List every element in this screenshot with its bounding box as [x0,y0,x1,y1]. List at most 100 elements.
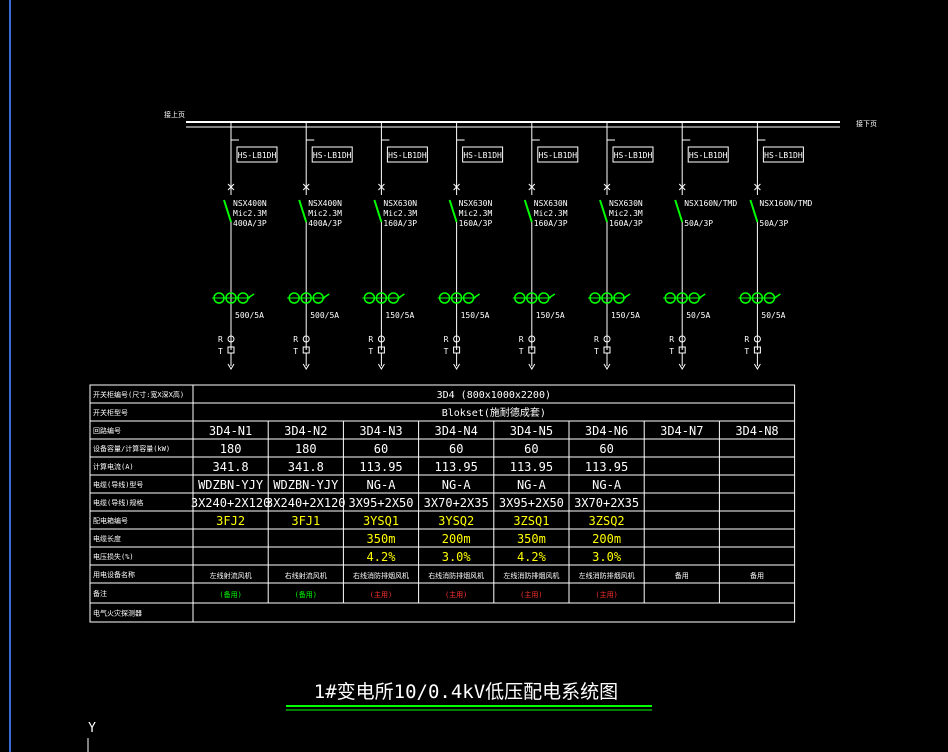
feeder-2: HS-LB1DH NSX400NMic2.3M400A/3P 500/5A RT [287,122,353,370]
breaker-model: NSX400N [308,199,342,208]
breaker-model: NSX160N/TMD [759,199,812,208]
table-row-10: 电压损失(%) 4.2% 3.0% 4.2% 3.0% [93,550,622,564]
breaker-trip-unit: Mic2.3M [534,209,568,218]
row-cell-3: 113.95 [359,460,402,474]
ct-ratio: 150/5A [611,311,640,320]
row-cell-6: 200m [592,532,621,546]
row-label: 电压损失(%) [93,552,134,561]
row-cell-5: 3D4-N5 [510,424,553,438]
row-cell-4: 3X70+2X35 [424,496,489,510]
row-cell-4: 3D4-N4 [435,424,478,438]
row-cell-6: 左线消防排烟风机 [579,571,635,580]
meter-label: HS-LB1DH [388,151,427,160]
row-cell-4: 右线消防排烟风机 [428,571,484,580]
ct-ratio: 500/5A [310,311,339,320]
breaker-rating: 400A/3P [233,219,267,228]
row-cell-5: NG-A [517,478,547,492]
relay-t-label: T [293,347,298,356]
breaker-rating: 160A/3P [459,219,493,228]
feeder-8: HS-LB1DH NSX160N/TMD 50A/3P 50/5A RT [738,122,813,370]
breaker-model: NSX630N [383,199,417,208]
breaker-rating: 160A/3P [609,219,643,228]
row-cell-3: (主用) [370,590,392,599]
breaker-contact [674,199,684,223]
feeder-6: HS-LB1DH NSX630NMic2.3M160A/3P 150/5A RT [588,122,654,370]
row-label: 电缆长度 [93,534,121,543]
breaker-trip-unit: Mic2.3M [609,209,643,218]
breaker-contact [448,199,458,223]
relay-r-label: R [594,335,599,344]
meter-label: HS-LB1DH [614,151,653,160]
table-row-2: 开关柜型号 Blokset(施耐德成套) [93,406,546,419]
meter-label: HS-LB1DH [689,151,728,160]
row-label: 电缆(导线)规格 [93,498,143,507]
feeder-5: HS-LB1DH NSX630NMic2.3M160A/3P 150/5A RT [512,122,579,370]
row-cell-3: 350m [367,532,396,546]
ct-ratio: 500/5A [235,311,264,320]
relay-t-label: T [368,347,373,356]
row-cell-2: 3X240+2X120 [266,496,345,510]
breaker-model: NSX400N [233,199,267,208]
breaker-model: NSX630N [459,199,493,208]
row-label: 电缆(导线)型号 [93,480,143,489]
ct-ratio: 150/5A [385,311,414,320]
breaker-rating: 50A/3P [684,219,713,228]
feeder-3: HS-LB1DH NSX630NMic2.3M160A/3P 150/5A RT [362,122,428,370]
breaker-trip-unit: Mic2.3M [308,209,342,218]
row-cell-5: (主用) [520,590,542,599]
row-span-value: 3D4 (800x1000x2200) [437,390,551,401]
ct-earth-mark [548,293,556,299]
table-row-11: 用电设备名称 左线射流风机 右线射流风机 右线消防排烟风机 右线消防排烟风机 左线消防排烟… [93,570,764,580]
row-cell-3: 3D4-N3 [359,424,402,438]
breaker-rating: 400A/3P [308,219,342,228]
row-label: 计算电流(A) [93,462,134,471]
row-label: 开关柜编号(尺寸:宽X深X高) [93,390,184,399]
ct-earth-mark [322,293,330,299]
row-cell-6: 113.95 [585,460,628,474]
row-label: 备注 [93,589,107,598]
current-transformer-group [738,292,781,304]
ct-ratio: 50/5A [686,311,710,320]
row-cell-5: 60 [524,442,538,456]
row-cell-4: NG-A [442,478,472,492]
row-cell-7: 3D4-N7 [660,424,703,438]
breaker-model: NSX630N [534,199,568,208]
breaker-rating: 160A/3P [534,219,568,228]
breaker-contact [373,199,383,223]
table-row-6: 电缆(导线)型号 WDZBN-YJY WDZBN-YJY NG-A NG-A NG-A NG… [93,478,622,492]
ct-earth-mark [623,293,631,299]
table-row-13: 电气火灾探测器 [93,609,142,618]
relay-r-label: R [368,335,373,344]
row-cell-3: 3YSQ1 [363,514,399,528]
drawing-title-block: 1#变电所10/0.4kV低压配电系统图 [286,681,652,711]
meter-label: HS-LB1DH [764,151,803,160]
row-cell-2: 341.8 [288,460,324,474]
ct-earth-mark [473,293,481,299]
drawing-title: 1#变电所10/0.4kV低压配电系统图 [314,681,618,703]
table-row-9: 电缆长度 350m 200m 350m 200m [93,532,621,546]
drawing-canvas: 接上页接下页 HS-LB1DHNSX400NMic2.3M400A/3P500/… [9,0,877,752]
breaker-rating: 160A/3P [383,219,417,228]
row-span-value: Blokset(施耐德成套) [442,406,546,419]
row-cell-5: 4.2% [517,550,547,564]
table-row-3: 回路编号 3D4-N1 3D4-N2 3D4-N3 3D4-N4 3D4-N5 3D4-N6… [93,424,779,438]
breaker-rating: 50A/3P [759,219,788,228]
row-cell-2: 3FJ1 [291,514,320,528]
relay-t-label: T [744,347,749,356]
row-cell-8: 备用 [750,571,764,580]
table-row-12: 备注 (备用) (备用) (主用) (主用) (主用) (主用) [93,589,618,599]
feeder-4: HS-LB1DH NSX630NMic2.3M160A/3P 150/5A RT [437,122,504,370]
row-cell-1: 341.8 [213,460,249,474]
ucs-axis: Y [87,721,96,752]
current-transformer-group [287,292,330,304]
breaker-trip-unit: Mic2.3M [233,209,267,218]
row-cell-6: 3X70+2X35 [574,496,639,510]
relay-t-label: T [669,347,674,356]
row-cell-6: 3ZSQ2 [589,514,625,528]
relay-t-label: T [218,347,223,356]
row-label: 电气火灾探测器 [93,609,142,618]
row-cell-2: 右线射流风机 [285,571,327,580]
relay-r-label: R [669,335,674,344]
relay-t-label: T [444,347,449,356]
current-transformer-group [437,292,481,304]
